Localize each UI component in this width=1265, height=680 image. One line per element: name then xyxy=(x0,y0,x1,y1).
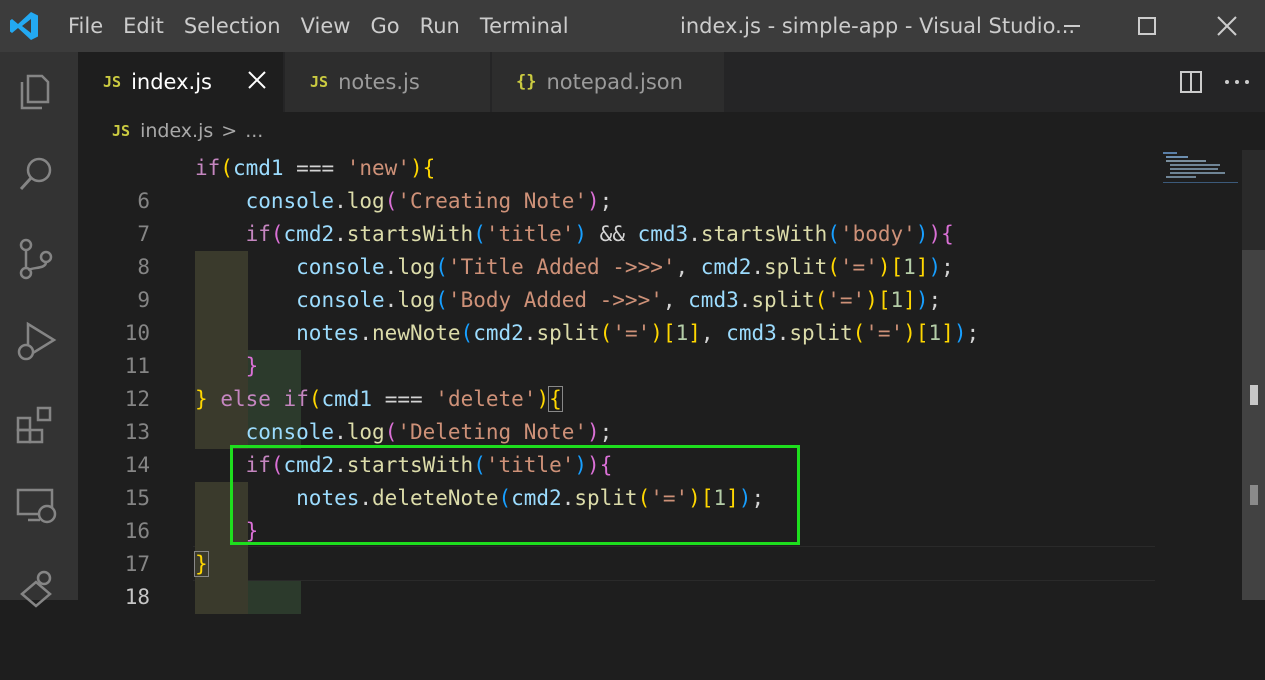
breadcrumb: JS index.js > ... xyxy=(78,112,1265,150)
code-line: 11 notes.newNote(cmd2.split('=')[1], cmd… xyxy=(78,317,1158,449)
remote-explorer-icon[interactable] xyxy=(14,484,58,528)
menu-edit[interactable]: Edit xyxy=(113,14,174,38)
javascript-file-icon: JS xyxy=(103,73,122,91)
code-line: 10 console.log('Body Added ->>>', cmd3.s… xyxy=(78,284,1158,416)
account-icon[interactable] xyxy=(14,564,58,608)
code-text: console.log('Title Added ->>>', cmd2.spl… xyxy=(296,255,954,279)
extensions-icon[interactable] xyxy=(14,402,58,446)
indent-guide xyxy=(248,581,301,614)
code-line: 18 } xyxy=(78,548,1158,609)
maximize-button[interactable] xyxy=(1110,0,1184,52)
close-icon xyxy=(1217,16,1237,36)
code-text: console.log('Body Added ->>>', cmd3.spli… xyxy=(296,288,942,312)
json-file-icon: {} xyxy=(516,72,537,92)
code-text: } xyxy=(194,551,209,577)
code-text: } else if(cmd1 === 'delete'){ xyxy=(195,386,563,412)
source-control-icon[interactable] xyxy=(14,237,58,281)
minimap[interactable] xyxy=(1160,150,1240,190)
javascript-file-icon: JS xyxy=(112,122,131,140)
explorer-icon[interactable] xyxy=(14,70,58,114)
minimize-icon xyxy=(1064,25,1080,27)
code-text: if(cmd1 === 'new'){ xyxy=(195,156,436,180)
tab-label: index.js xyxy=(131,70,212,94)
code-text: console.log('Creating Note'); xyxy=(245,189,613,213)
code-line: 8 if(cmd2.startsWith('title') && cmd3.st… xyxy=(78,218,1158,317)
breadcrumb-file[interactable]: index.js xyxy=(140,120,213,142)
more-actions-icon[interactable] xyxy=(1223,70,1251,94)
code-line: 6 if(cmd1 === 'new'){ xyxy=(78,152,1158,213)
breadcrumb-more[interactable]: ... xyxy=(245,120,263,142)
tab-index-js[interactable]: JS index.js xyxy=(78,52,283,112)
tab-label: notepad.json xyxy=(546,70,683,94)
menu-terminal[interactable]: Terminal xyxy=(470,14,579,38)
window-title: index.js - simple-app - Visual Studio... xyxy=(680,14,1076,38)
tab-label: notes.js xyxy=(338,70,420,94)
minimize-button[interactable] xyxy=(1035,0,1109,52)
code-line: 7 console.log('Creating Note'); xyxy=(78,185,1158,284)
code-line: 9 console.log('Title Added ->>>', cmd2.s… xyxy=(78,251,1158,383)
javascript-file-icon: JS xyxy=(310,73,329,91)
maximize-icon xyxy=(1138,17,1156,35)
code-editor[interactable]: 6 if(cmd1 === 'new'){ 7 console.log('Cre… xyxy=(78,150,1265,614)
scroll-position-marker xyxy=(1250,485,1258,505)
tab-bar: JS index.js JS notes.js {} notepad.json xyxy=(78,52,1265,112)
editor-actions xyxy=(1165,52,1265,112)
code-line: 13 } else if(cmd1 === 'delete'){ xyxy=(78,383,1158,444)
vscode-logo-icon[interactable] xyxy=(8,10,40,42)
menu-file[interactable]: File xyxy=(58,14,113,38)
split-editor-icon[interactable] xyxy=(1179,70,1203,94)
menu-run[interactable]: Run xyxy=(410,14,470,38)
menu-view[interactable]: View xyxy=(291,14,361,38)
scroll-position-marker xyxy=(1250,385,1258,405)
code-line: 12 } xyxy=(78,350,1158,449)
scrollbar-thumb[interactable] xyxy=(1242,250,1265,600)
highlight-annotation-box xyxy=(230,445,800,545)
close-window-button[interactable] xyxy=(1190,0,1264,52)
run-debug-icon[interactable] xyxy=(14,320,58,364)
indent-guide xyxy=(195,581,248,614)
activity-bar xyxy=(0,52,78,608)
menu-selection[interactable]: Selection xyxy=(174,14,291,38)
line-number: 18 xyxy=(124,585,150,609)
code-text: notes.newNote(cmd2.split('=')[1], cmd3.s… xyxy=(296,321,980,345)
menu-bar: File Edit Selection View Go Run Terminal xyxy=(58,0,579,52)
close-tab-icon[interactable] xyxy=(245,68,269,92)
search-icon[interactable] xyxy=(14,152,58,196)
menu-go[interactable]: Go xyxy=(360,14,409,38)
tab-notepad-json[interactable]: {} notepad.json xyxy=(492,52,724,112)
breadcrumb-separator: > xyxy=(221,120,238,142)
title-bar: File Edit Selection View Go Run Terminal… xyxy=(0,0,1265,52)
tab-notes-js[interactable]: JS notes.js xyxy=(285,52,490,112)
code-text: } xyxy=(245,354,259,378)
code-text: if(cmd2.startsWith('title') && cmd3.star… xyxy=(245,222,954,246)
